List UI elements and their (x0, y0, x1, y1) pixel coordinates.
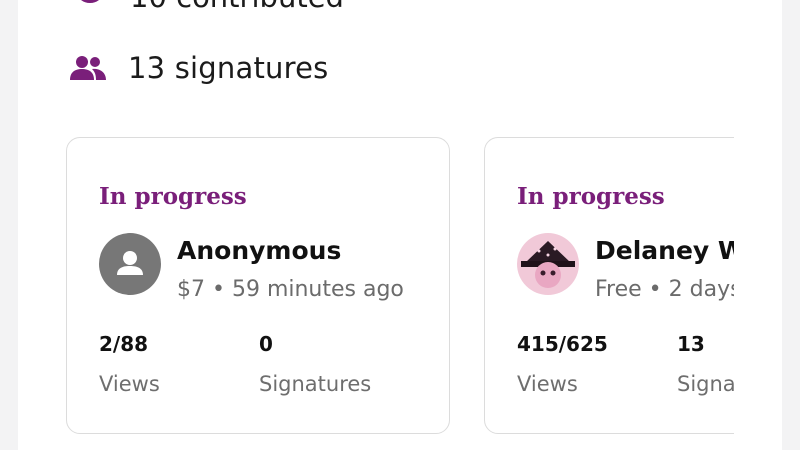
profile-photo (517, 233, 579, 295)
petition-card[interactable]: In progress Anonymous $7 • 59 minutes ag… (66, 137, 450, 434)
views-value: 415/625 (517, 332, 608, 356)
views-label: Views (99, 372, 160, 396)
contributed-row: 10 contributed (68, 0, 344, 14)
contributed-count: 10 contributed (130, 0, 344, 14)
person-placeholder-icon (99, 233, 161, 295)
author-name: Delaney W (595, 236, 734, 265)
people-icon (70, 56, 106, 80)
petition-card-carousel[interactable]: In progress Anonymous $7 • 59 minutes ag… (66, 137, 734, 437)
petition-card[interactable]: In progress Delaney W Free • 2 days 415/… (484, 137, 734, 434)
views-label: Views (517, 372, 578, 396)
signatures-label: Signatures (259, 372, 372, 396)
views-value: 2/88 (99, 332, 149, 356)
signatures-summary: 13 signatures (68, 50, 328, 86)
contribution-meta: $7 • 59 minutes ago (177, 277, 404, 302)
status-label: In progress (99, 183, 247, 210)
status-label: In progress (517, 183, 665, 210)
contribution-meta: Free • 2 days (595, 277, 734, 302)
signatures-count: 13 signatures (128, 51, 329, 85)
page-panel: 10 contributed 13 signatures In progress… (18, 0, 782, 450)
contribution-icon (81, 0, 99, 3)
signatures-label: Signa (677, 372, 734, 396)
signatures-value: 0 (259, 332, 273, 356)
signatures-value: 13 (677, 332, 705, 356)
author-name: Anonymous (177, 236, 342, 265)
